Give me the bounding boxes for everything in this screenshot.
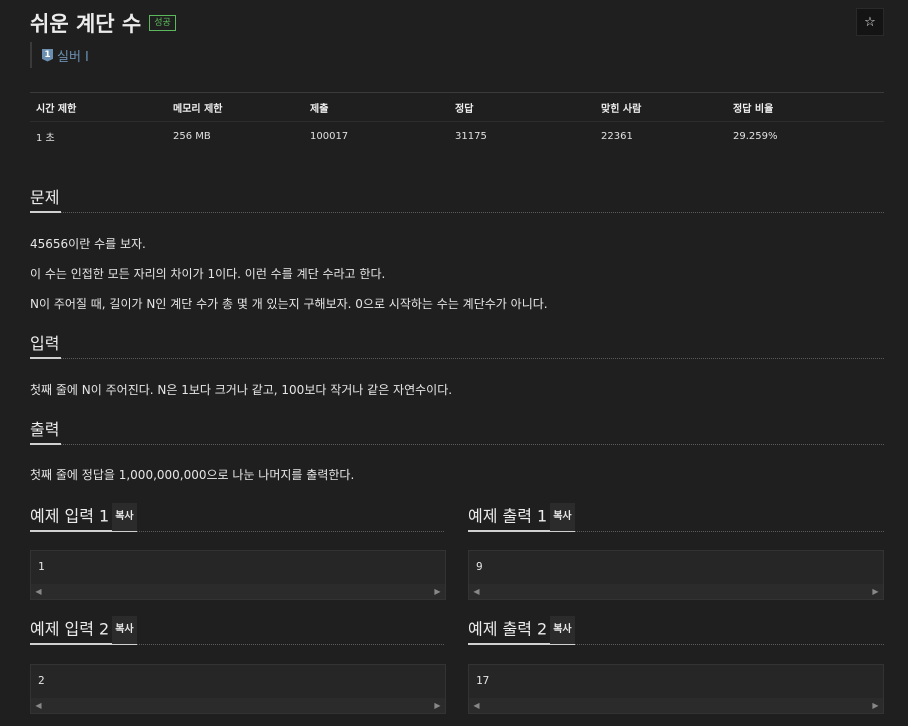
problem-heading-label: 문제: [30, 186, 62, 213]
example-output-1-title: 예제 출력 1 복사: [468, 503, 575, 532]
example-output-2-title: 예제 출력 2 복사: [468, 616, 575, 645]
example-input-1-box[interactable]: 1 ◀ ▶: [30, 550, 446, 600]
output-description: 첫째 줄에 정답을 1,000,000,000으로 나눈 나머지를 출력한다.: [30, 468, 355, 482]
example-output-1-box[interactable]: 9 ◀ ▶: [468, 550, 884, 600]
example-output-2-box[interactable]: 17 ◀ ▶: [468, 664, 884, 714]
scroll-left-arrow-icon[interactable]: ◀: [469, 698, 484, 713]
input-heading-label: 입력: [30, 332, 62, 359]
example-input-2-value: 2: [38, 674, 45, 687]
status-badge: 성공: [149, 15, 176, 31]
problem-section-heading: 문제: [30, 186, 884, 213]
problem-paragraph-2: 이 수는 인접한 모든 자리의 차이가 1이다. 이런 수를 계단 수라고 한다…: [30, 267, 386, 281]
info-table-header: 시간 제한 메모리 제한 제출 정답 맞힌 사람 정답 비율: [30, 93, 884, 122]
input-section-heading: 입력: [30, 332, 884, 359]
header-accept-ratio: 정답 비율: [733, 103, 774, 115]
scroll-left-arrow-icon[interactable]: ◀: [31, 698, 46, 713]
value-solved-users[interactable]: 22361: [595, 131, 727, 142]
value-memory-limit: 256 MB: [173, 130, 211, 142]
header-solved-users: 맞힌 사람: [601, 103, 642, 115]
example-output-1-value: 9: [476, 560, 483, 573]
example-input-2-box[interactable]: 2 ◀ ▶: [30, 664, 446, 714]
example-output-1-heading: 예제 출력 1 복사: [468, 503, 884, 532]
value-accept-ratio: 29.259%: [733, 130, 778, 142]
horizontal-scrollbar[interactable]: ◀ ▶: [469, 584, 883, 599]
copy-output-2-button[interactable]: 복사: [550, 616, 575, 644]
output-section-heading: 출력: [30, 418, 884, 445]
header-accepted: 정답: [455, 103, 474, 115]
problem-paragraph-3: N이 주어질 때, 길이가 N인 계단 수가 총 몇 개 있는지 구해보자. 0…: [30, 297, 548, 311]
value-submissions[interactable]: 100017: [304, 131, 449, 142]
value-accepted[interactable]: 31175: [449, 131, 595, 142]
star-icon: ☆: [864, 14, 876, 30]
example-output-2-value: 17: [476, 674, 490, 687]
horizontal-scrollbar[interactable]: ◀ ▶: [31, 698, 445, 713]
value-time-limit: 1 초: [36, 132, 55, 144]
example-input-1-value: 1: [38, 560, 45, 573]
example-input-2-heading: 예제 입력 2 복사: [30, 616, 444, 645]
scroll-right-arrow-icon[interactable]: ▶: [430, 698, 445, 713]
problem-paragraph-1: 45656이란 수를 보자.: [30, 237, 146, 251]
tier-label: 실버 I: [57, 49, 89, 65]
problem-info-table: 시간 제한 메모리 제한 제출 정답 맞힌 사람 정답 비율 1 초 256 M…: [30, 92, 884, 150]
silver-tier-icon: 1: [42, 48, 53, 62]
scroll-right-arrow-icon[interactable]: ▶: [868, 698, 883, 713]
copy-input-1-button[interactable]: 복사: [112, 503, 137, 531]
problem-tier[interactable]: 1 실버 I: [30, 42, 89, 68]
scroll-right-arrow-icon[interactable]: ▶: [430, 584, 445, 599]
header-memory-limit: 메모리 제한: [173, 103, 223, 115]
star-button[interactable]: ☆: [856, 8, 884, 36]
horizontal-scrollbar[interactable]: ◀ ▶: [469, 698, 883, 713]
page-title: 쉬운 계단 수: [30, 12, 142, 36]
scroll-right-arrow-icon[interactable]: ▶: [868, 584, 883, 599]
scroll-left-arrow-icon[interactable]: ◀: [31, 584, 46, 599]
example-input-1-heading: 예제 입력 1 복사: [30, 503, 444, 532]
example-input-1-title: 예제 입력 1 복사: [30, 503, 137, 532]
output-heading-label: 출력: [30, 418, 62, 445]
header-submissions: 제출: [310, 103, 329, 115]
header-time-limit: 시간 제한: [36, 103, 77, 115]
info-table-values: 1 초 256 MB 100017 31175 22361 29.259%: [30, 122, 884, 150]
title-row: 쉬운 계단 수 성공: [30, 6, 176, 40]
copy-output-1-button[interactable]: 복사: [550, 503, 575, 531]
horizontal-scrollbar[interactable]: ◀ ▶: [31, 584, 445, 599]
input-description: 첫째 줄에 N이 주어진다. N은 1보다 크거나 같고, 100보다 작거나 …: [30, 383, 453, 397]
scroll-left-arrow-icon[interactable]: ◀: [469, 584, 484, 599]
example-input-2-title: 예제 입력 2 복사: [30, 616, 137, 645]
copy-input-2-button[interactable]: 복사: [112, 616, 137, 644]
example-output-2-heading: 예제 출력 2 복사: [468, 616, 884, 645]
